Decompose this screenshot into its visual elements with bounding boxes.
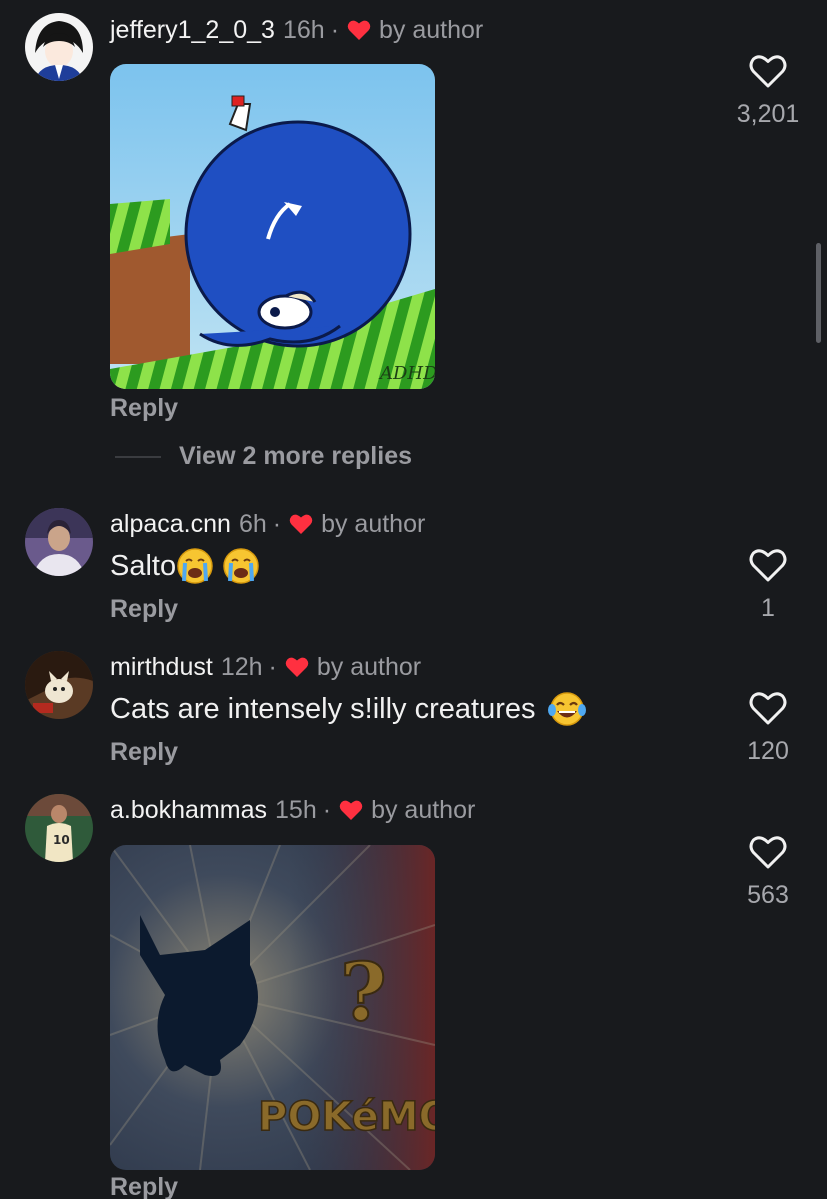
comment-gif[interactable]: ? POKéMON: [110, 845, 435, 1170]
pokemon-question-mark: ?: [340, 945, 387, 1039]
comment-header: mirthdust 12h · by author: [110, 651, 421, 683]
like-control: 120: [718, 691, 818, 766]
scrollbar[interactable]: [816, 243, 821, 343]
heart-icon: [285, 657, 309, 677]
view-more-replies[interactable]: View 2 more replies: [115, 442, 412, 471]
reply-button[interactable]: Reply: [110, 394, 178, 423]
avatar[interactable]: [25, 508, 93, 576]
username[interactable]: alpaca.cnn: [110, 508, 231, 540]
reply-button[interactable]: Reply: [110, 1173, 178, 1199]
timestamp: 6h: [238, 510, 267, 538]
like-count: 1: [761, 594, 775, 622]
heart-icon: [339, 800, 363, 820]
separator: ·: [268, 653, 277, 681]
like-control: 1: [718, 548, 818, 623]
heart-icon: [289, 514, 313, 534]
face-with-tears-of-joy-icon: [547, 692, 586, 726]
loudly-crying-face-icon: [223, 548, 259, 584]
separator: ·: [322, 796, 332, 824]
comment-body: Cats are intensely s!illy creatures: [110, 693, 536, 725]
comment-text: Salto: [110, 547, 260, 585]
avatar[interactable]: 10: [25, 794, 93, 862]
comments-page: jeffery1_2_0_3 16h · by author ADHD Repl…: [0, 0, 827, 1199]
avatar[interactable]: [25, 651, 93, 719]
pokemon-logo-text: POKéMON: [258, 1094, 435, 1140]
reply-button[interactable]: Reply: [110, 595, 178, 624]
comment-header: jeffery1_2_0_3 16h · by author: [110, 14, 483, 46]
comment-gif[interactable]: ADHD: [110, 64, 435, 389]
comment-text: Cats are intensely s!illy creatures: [110, 690, 586, 728]
view-more-replies-label[interactable]: View 2 more replies: [179, 442, 412, 471]
comment-header: a.bokhammas 15h · by author: [110, 794, 475, 826]
like-count: 563: [747, 881, 789, 909]
thread-line: [115, 455, 161, 458]
separator: ·: [330, 16, 340, 44]
reply-button[interactable]: Reply: [110, 738, 178, 767]
timestamp: 16h: [282, 16, 325, 44]
username[interactable]: a.bokhammas: [110, 794, 267, 826]
heart-outline-icon[interactable]: [749, 548, 787, 582]
liked-by-author-label: by author: [379, 16, 484, 44]
liked-by-author-label: by author: [371, 796, 476, 824]
svg-text:10: 10: [53, 833, 70, 847]
liked-by-author-label: by author: [316, 653, 422, 681]
like-control: 3,201: [718, 54, 818, 129]
username[interactable]: mirthdust: [110, 651, 213, 683]
username[interactable]: jeffery1_2_0_3: [110, 14, 275, 46]
like-count: 120: [747, 737, 789, 765]
loudly-crying-face-icon: [177, 548, 213, 584]
liked-by-author-label: by author: [321, 510, 426, 538]
heart-outline-icon[interactable]: [749, 54, 787, 88]
separator: ·: [272, 510, 282, 538]
heart-icon: [347, 20, 371, 40]
timestamp: 15h: [275, 796, 317, 824]
like-count: 3,201: [736, 100, 800, 128]
comment-header: alpaca.cnn 6h · by author: [110, 508, 425, 540]
gif-watermark: ADHD: [378, 363, 435, 384]
heart-outline-icon[interactable]: [749, 691, 787, 725]
comment-body: Salto: [110, 550, 177, 582]
avatar[interactable]: [25, 13, 93, 81]
heart-outline-icon[interactable]: [749, 835, 787, 869]
timestamp: 12h: [220, 653, 263, 681]
like-control: 563: [718, 835, 818, 910]
